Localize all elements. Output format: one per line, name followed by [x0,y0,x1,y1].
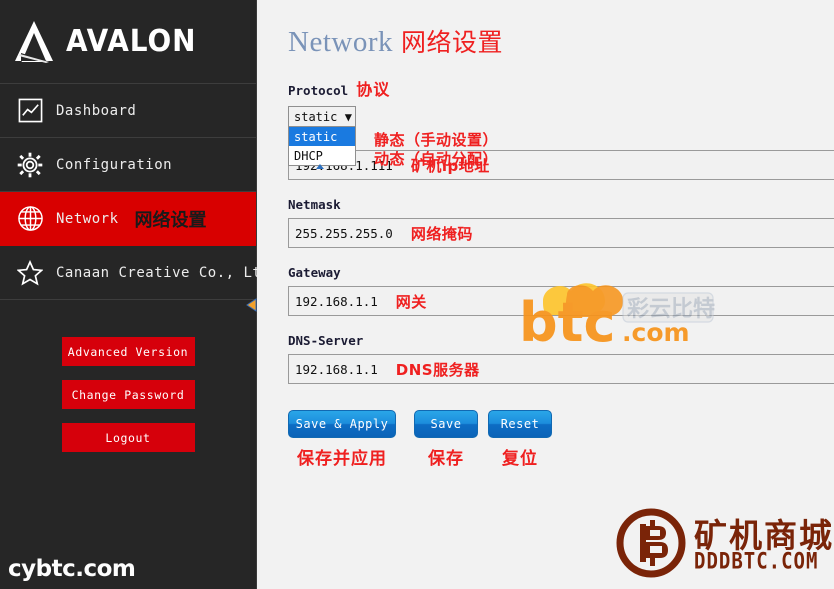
dns-server-annotation: DNS服务器 [395,360,480,379]
sidebar-item-label-cn: 网络设置 [134,209,207,231]
sidebar-actions: Advanced Version Change Password Logout [0,337,256,452]
gateway-field-group: Gateway 192.168.1.1 网关 [288,265,834,316]
save-button[interactable]: Save [414,410,478,438]
chevron-left-icon[interactable] [245,296,257,314]
dns-server-label: DNS-Server [288,333,364,348]
star-icon [10,259,50,286]
sidebar-item-network[interactable]: Network 网络设置 [0,192,256,246]
netmask-field-group: Netmask 255.255.255.0 网络掩码 [288,197,834,248]
main-content: Network 网络设置 Protocol 协议 static ▼ static D… [257,0,834,589]
protocol-option-list[interactable]: static DHCP [288,127,356,166]
protocol-field-group: Protocol 协议 static ▼ static DHCP 静态（手动设置）… [288,76,834,169]
page-title: Network 网络设置 [288,28,834,57]
brand-name: AVALON [66,24,197,59]
netmask-annotation: 网络掩码 [410,224,473,243]
protocol-dhcp-annotation: 动态（自动分配） [374,150,499,168]
app-root: AVALON Dashboard Configuration Network 网… [0,0,834,589]
gateway-value: 192.168.1.1 [295,293,378,309]
dns-server-field-group: DNS-Server 192.168.1.1 DNS服务器 [288,333,834,384]
brand-header: AVALON [0,0,256,84]
sidebar-footer-watermark: cybtc.com [8,556,136,582]
page-title-en: Network [288,26,393,58]
protocol-select-head[interactable]: static ▼ [288,106,356,127]
protocol-selected-value: static [294,109,338,124]
sidebar-item-dashboard[interactable]: Dashboard [0,84,256,138]
protocol-annotations: 静态（手动设置） 动态（自动分配） [374,130,498,168]
avalon-logo-icon [8,16,60,68]
protocol-option-dhcp[interactable]: DHCP [289,146,355,165]
dns-server-input[interactable]: 192.168.1.1 DNS服务器 [288,354,834,384]
advanced-version-button[interactable]: Advanced Version [61,337,195,366]
form-actions: Save & Apply 保存并应用 Save 保存 Reset 复位 [288,410,834,469]
sidebar-item-configuration[interactable]: Configuration [0,138,256,192]
save-group: Save 保存 [414,410,478,469]
page-title-cn: 网络设置 [400,28,503,57]
sidebar-item-label: Network [56,210,119,227]
protocol-static-annotation: 静态（手动设置） [374,131,499,149]
protocol-select[interactable]: static ▼ static DHCP 静态（手动设置） 动态（自动分配） [288,106,498,169]
protocol-label: Protocol 协议 [288,76,834,100]
globe-icon [10,205,50,232]
protocol-option-static[interactable]: static [289,127,355,146]
sidebar: AVALON Dashboard Configuration Network 网… [0,0,279,589]
chart-icon [10,98,50,123]
dddbtc-watermark-cn: 矿机商城 [694,515,834,555]
logout-button[interactable]: Logout [61,423,195,452]
sidebar-item-canaan-creative[interactable]: Canaan Creative Co., Ltd. [0,246,279,300]
protocol-label-cn: 协议 [356,80,391,99]
reset-group: Reset 复位 [488,410,552,469]
save-and-apply-button[interactable]: Save & Apply [288,410,396,438]
sidebar-item-label: Configuration [56,156,173,173]
dddbtc-watermark: 矿机商城 DDDBTC.COM [614,506,834,585]
dddbtc-watermark-text: 矿机商城 DDDBTC.COM [694,515,834,575]
protocol-label-en: Protocol [288,83,349,98]
reset-button[interactable]: Reset [488,410,552,438]
bitcoin-circle-icon [614,506,688,585]
dddbtc-watermark-en: DDDBTC.COM [694,549,819,575]
change-password-button[interactable]: Change Password [61,380,195,409]
sidebar-item-label: Canaan Creative Co., Ltd. [56,264,280,281]
netmask-value: 255.255.255.0 [295,225,393,241]
gateway-annotation: 网关 [395,292,427,311]
ipaddress-input[interactable]: 192.168.1.111 矿机ip地址 [288,150,834,180]
sidebar-item-label: Dashboard [56,102,137,119]
netmask-input[interactable]: 255.255.255.0 网络掩码 [288,218,834,248]
chevron-down-icon: ▼ [344,109,352,124]
save-annotation: 保存 [428,449,464,469]
gateway-label: Gateway [288,265,341,280]
reset-annotation: 复位 [502,449,538,469]
dns-server-value: 192.168.1.1 [295,361,378,377]
netmask-label: Netmask [288,197,341,212]
gear-icon [10,152,50,178]
select-scroll-indicator [316,164,324,169]
save-apply-group: Save & Apply 保存并应用 [288,410,396,469]
save-and-apply-annotation: 保存并应用 [297,449,387,469]
gateway-input[interactable]: 192.168.1.1 网关 [288,286,834,316]
